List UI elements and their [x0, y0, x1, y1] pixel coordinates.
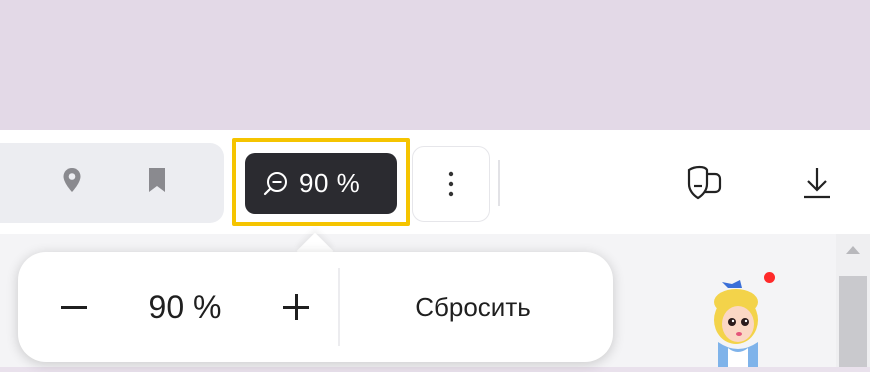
zoom-indicator-button[interactable]: 90 %: [245, 153, 397, 214]
zoom-increase-button[interactable]: [268, 252, 324, 362]
address-bar[interactable]: [0, 143, 224, 223]
notification-dot: [764, 272, 775, 283]
zoom-decrease-button[interactable]: [46, 252, 102, 362]
title-bar: [0, 0, 870, 130]
avatar[interactable]: [700, 272, 780, 367]
bookmark-icon[interactable]: [141, 164, 173, 196]
popup-divider: [338, 268, 340, 346]
more-vertical-icon: [448, 171, 454, 197]
scrollbar-thumb[interactable]: [839, 276, 867, 367]
more-options-button[interactable]: [412, 146, 490, 222]
zoom-reset-button[interactable]: Сбросить: [368, 252, 578, 362]
toolbar-divider: [498, 160, 500, 206]
zoom-value: 90 %: [148, 288, 222, 325]
zoom-popup: 90 % Сбросить: [18, 252, 613, 362]
minus-icon: [61, 305, 87, 309]
zoom-indicator-label: 90 %: [299, 168, 361, 198]
location-pin-icon[interactable]: [56, 164, 88, 196]
download-icon[interactable]: [790, 156, 844, 210]
scroll-up-arrow-icon[interactable]: [846, 246, 860, 254]
protect-icon[interactable]: [676, 156, 730, 210]
zoom-out-icon: [263, 171, 289, 197]
